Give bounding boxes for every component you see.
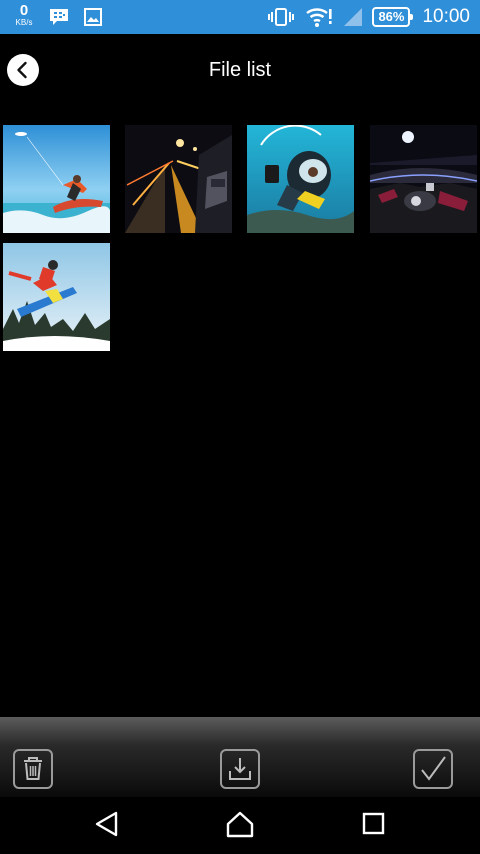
back-triangle-icon	[95, 811, 118, 837]
nav-back-button[interactable]	[88, 807, 128, 841]
trash-icon	[24, 757, 42, 780]
net-speed: 0 KB/s	[10, 3, 38, 27]
wifi-alert-icon	[306, 8, 333, 27]
recents-square-icon	[362, 812, 385, 835]
gallery-icon	[84, 7, 102, 26]
kiteboarding-thumbnail[interactable]	[3, 125, 110, 233]
page-title: File list	[208, 59, 272, 81]
confirm-button[interactable]	[413, 749, 453, 789]
download-icon	[229, 758, 251, 780]
action-toolbar	[0, 717, 480, 797]
nav-recents-button[interactable]	[353, 807, 393, 841]
signal-icon	[344, 8, 363, 26]
snowboarder-image	[3, 243, 110, 351]
checkmark-icon	[421, 756, 446, 781]
download-button[interactable]	[220, 749, 260, 789]
net-speed-value: 0	[19, 2, 29, 19]
nav-home-button[interactable]	[220, 807, 260, 841]
motorcycle-thumbnail[interactable]	[370, 125, 477, 233]
kiteboarding-image	[3, 125, 110, 233]
battery-icon: 86%	[372, 7, 414, 27]
bbm-icon	[50, 9, 68, 25]
status-time: 10:00	[422, 6, 470, 27]
diver-image	[247, 125, 354, 233]
system-nav-bar	[0, 797, 480, 854]
vibrate-icon	[268, 8, 295, 26]
status-right: 86% 10:00	[268, 0, 470, 34]
snowboarder-thumbnail[interactable]	[3, 243, 110, 351]
night-road-thumbnail[interactable]	[125, 125, 232, 233]
status-bar: 0 KB/s 86% 10:00	[0, 0, 480, 34]
status-left: 0 KB/s	[10, 3, 102, 27]
motorcycle-image	[370, 125, 477, 233]
diver-thumbnail[interactable]	[247, 125, 354, 233]
app-header: File list	[0, 34, 480, 106]
night-road-image	[125, 125, 232, 233]
home-icon	[226, 811, 254, 838]
delete-button[interactable]	[13, 749, 53, 789]
net-speed-unit: KB/s	[15, 18, 33, 27]
